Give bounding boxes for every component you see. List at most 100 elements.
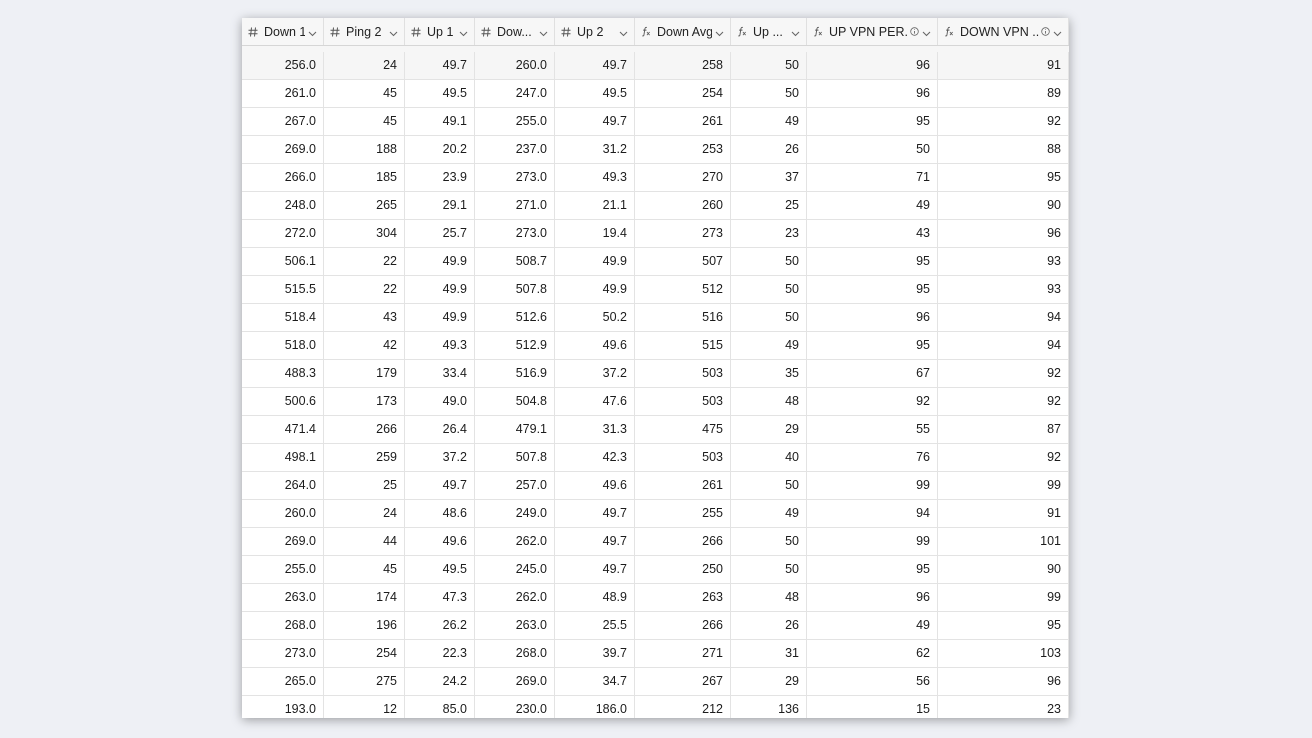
table-cell[interactable]: 49.9 xyxy=(555,276,635,303)
table-row[interactable]: 265.0 275 24.2 269.0 34.7 267 29 56 96 xyxy=(242,668,1069,696)
table-row[interactable]: 269.0 188 20.2 237.0 31.2 253 26 50 88 xyxy=(242,136,1069,164)
table-cell[interactable]: 503 xyxy=(635,360,731,387)
column-header[interactable]: Ping 2 xyxy=(324,18,405,45)
table-cell[interactable]: 94 xyxy=(938,332,1069,359)
table-cell[interactable]: 185 xyxy=(324,164,405,191)
table-cell[interactable]: 265 xyxy=(324,192,405,219)
table-row[interactable]: 268.0 196 26.2 263.0 25.5 266 26 49 95 xyxy=(242,612,1069,640)
table-cell[interactable]: 507 xyxy=(635,248,731,275)
table-cell[interactable]: 29.1 xyxy=(405,192,475,219)
table-cell[interactable]: 24 xyxy=(324,500,405,527)
table-cell[interactable]: 515 xyxy=(635,332,731,359)
table-cell[interactable]: 49.9 xyxy=(405,304,475,331)
table-cell[interactable]: 273.0 xyxy=(475,220,555,247)
table-cell[interactable]: 49.7 xyxy=(555,52,635,79)
table-row[interactable]: 263.0 174 47.3 262.0 48.9 263 48 96 99 xyxy=(242,584,1069,612)
table-cell[interactable]: 255.0 xyxy=(242,556,324,583)
table-cell[interactable]: 96 xyxy=(807,52,938,79)
table-cell[interactable]: 55 xyxy=(807,416,938,443)
table-cell[interactable]: 488.3 xyxy=(242,360,324,387)
table-cell[interactable]: 273.0 xyxy=(475,164,555,191)
table-cell[interactable]: 212 xyxy=(635,696,731,718)
column-header[interactable]: Up 2 xyxy=(555,18,635,45)
table-cell[interactable]: 95 xyxy=(938,612,1069,639)
table-cell[interactable]: 263.0 xyxy=(242,584,324,611)
table-cell[interactable]: 193.0 xyxy=(242,696,324,718)
table-cell[interactable]: 25 xyxy=(731,192,807,219)
table-cell[interactable]: 49.5 xyxy=(405,556,475,583)
table-cell[interactable]: 29 xyxy=(731,416,807,443)
table-row[interactable]: 256.0 24 49.7 260.0 49.7 258 50 96 91 xyxy=(242,52,1069,80)
table-cell[interactable]: 49.7 xyxy=(555,108,635,135)
table-cell[interactable]: 260.0 xyxy=(475,52,555,79)
table-cell[interactable]: 95 xyxy=(807,108,938,135)
table-cell[interactable]: 503 xyxy=(635,444,731,471)
table-cell[interactable]: 49 xyxy=(731,500,807,527)
table-cell[interactable]: 506.1 xyxy=(242,248,324,275)
table-cell[interactable]: 96 xyxy=(938,220,1069,247)
table-row[interactable]: 269.0 44 49.6 262.0 49.7 266 50 99 101 xyxy=(242,528,1069,556)
table-cell[interactable]: 49 xyxy=(731,332,807,359)
table-cell[interactable]: 47.3 xyxy=(405,584,475,611)
table-cell[interactable]: 266 xyxy=(635,612,731,639)
table-cell[interactable]: 262.0 xyxy=(475,584,555,611)
table-cell[interactable]: 265.0 xyxy=(242,668,324,695)
table-cell[interactable]: 266.0 xyxy=(242,164,324,191)
table-cell[interactable]: 31.3 xyxy=(555,416,635,443)
table-cell[interactable]: 31.2 xyxy=(555,136,635,163)
table-cell[interactable]: 275 xyxy=(324,668,405,695)
table-cell[interactable]: 49.6 xyxy=(555,332,635,359)
chevron-down-icon[interactable] xyxy=(459,27,468,37)
table-cell[interactable]: 22 xyxy=(324,276,405,303)
table-cell[interactable]: 20.2 xyxy=(405,136,475,163)
table-cell[interactable]: 48 xyxy=(731,388,807,415)
table-cell[interactable]: 91 xyxy=(938,500,1069,527)
table-cell[interactable]: 512.6 xyxy=(475,304,555,331)
table-cell[interactable]: 47.6 xyxy=(555,388,635,415)
table-row[interactable]: 266.0 185 23.9 273.0 49.3 270 37 71 95 xyxy=(242,164,1069,192)
table-cell[interactable]: 96 xyxy=(807,304,938,331)
table-cell[interactable]: 88 xyxy=(938,136,1069,163)
table-cell[interactable]: 94 xyxy=(938,304,1069,331)
table-cell[interactable]: 95 xyxy=(807,556,938,583)
table-cell[interactable]: 260.0 xyxy=(242,500,324,527)
table-cell[interactable]: 49.7 xyxy=(555,500,635,527)
table-cell[interactable]: 260 xyxy=(635,192,731,219)
chevron-down-icon[interactable] xyxy=(308,27,317,37)
table-cell[interactable]: 271.0 xyxy=(475,192,555,219)
table-row[interactable]: 515.5 22 49.9 507.8 49.9 512 50 95 93 xyxy=(242,276,1069,304)
table-cell[interactable]: 90 xyxy=(938,556,1069,583)
table-cell[interactable]: 92 xyxy=(938,444,1069,471)
table-cell[interactable]: 49.9 xyxy=(405,276,475,303)
table-cell[interactable]: 37.2 xyxy=(555,360,635,387)
table-row[interactable]: 255.0 45 49.5 245.0 49.7 250 50 95 90 xyxy=(242,556,1069,584)
table-cell[interactable]: 304 xyxy=(324,220,405,247)
table-cell[interactable]: 92 xyxy=(938,360,1069,387)
table-cell[interactable]: 26 xyxy=(731,136,807,163)
table-cell[interactable]: 49.7 xyxy=(405,472,475,499)
table-cell[interactable]: 263.0 xyxy=(475,612,555,639)
table-cell[interactable]: 92 xyxy=(938,108,1069,135)
table-cell[interactable]: 268.0 xyxy=(242,612,324,639)
table-cell[interactable]: 56 xyxy=(807,668,938,695)
table-cell[interactable]: 253 xyxy=(635,136,731,163)
table-cell[interactable]: 33.4 xyxy=(405,360,475,387)
table-cell[interactable]: 45 xyxy=(324,108,405,135)
table-cell[interactable]: 96 xyxy=(807,584,938,611)
table-cell[interactable]: 37.2 xyxy=(405,444,475,471)
table-cell[interactable]: 259 xyxy=(324,444,405,471)
table-cell[interactable]: 247.0 xyxy=(475,80,555,107)
table-cell[interactable]: 196 xyxy=(324,612,405,639)
table-cell[interactable]: 254 xyxy=(324,640,405,667)
table-cell[interactable]: 50 xyxy=(731,304,807,331)
table-cell[interactable]: 93 xyxy=(938,276,1069,303)
table-cell[interactable]: 269.0 xyxy=(242,528,324,555)
table-cell[interactable]: 50 xyxy=(731,556,807,583)
column-header[interactable]: UP VPN PER... xyxy=(807,18,938,45)
table-cell[interactable]: 96 xyxy=(938,668,1069,695)
table-cell[interactable]: 49.3 xyxy=(555,164,635,191)
table-cell[interactable]: 136 xyxy=(731,696,807,718)
table-cell[interactable]: 95 xyxy=(807,248,938,275)
table-cell[interactable]: 35 xyxy=(731,360,807,387)
table-cell[interactable]: 95 xyxy=(807,276,938,303)
